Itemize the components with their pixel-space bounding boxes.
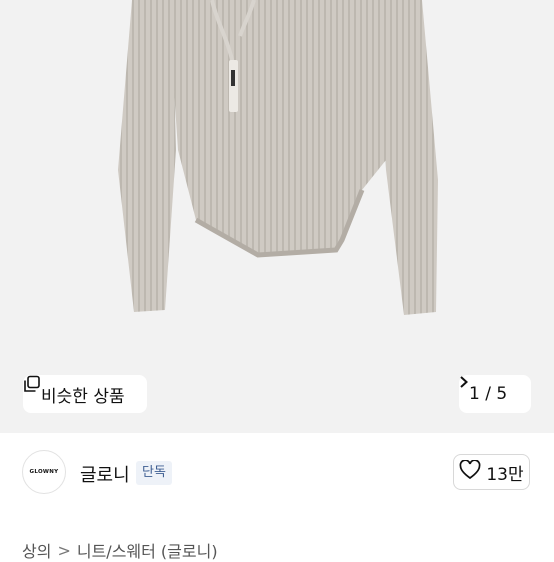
- pager-current: 1: [469, 384, 480, 404]
- brand-logo[interactable]: GLOWNY: [22, 450, 66, 494]
- similar-products-label: 비슷한 상품: [41, 386, 125, 407]
- breadcrumb-item-subcategory[interactable]: 니트/스웨터 (글로니): [77, 538, 218, 562]
- brand-name[interactable]: 글로니: [80, 461, 130, 487]
- sweater-image: [118, 0, 438, 315]
- like-button[interactable]: 13만: [453, 454, 530, 490]
- heart-outline-icon: [459, 458, 481, 485]
- breadcrumb: 상의 > 니트/스웨터 (글로니): [22, 538, 218, 562]
- like-count: 13만: [486, 464, 524, 485]
- product-image-area[interactable]: 비슷한 상품 1 / 5: [0, 0, 554, 433]
- image-pager-button[interactable]: 1 / 5: [459, 375, 531, 413]
- brand-logo-text: GLOWNY: [29, 469, 59, 475]
- breadcrumb-item-category[interactable]: 상의: [22, 538, 51, 562]
- breadcrumb-separator: >: [57, 540, 71, 560]
- pager-separator: /: [485, 384, 491, 404]
- pager-total: 5: [496, 384, 508, 404]
- similar-products-button[interactable]: 비슷한 상품: [23, 375, 147, 413]
- brand-row: GLOWNY 글로니 단독 13만: [0, 434, 554, 512]
- pager-text: 1 / 5: [469, 384, 507, 404]
- exclusive-badge: 단독: [136, 461, 172, 485]
